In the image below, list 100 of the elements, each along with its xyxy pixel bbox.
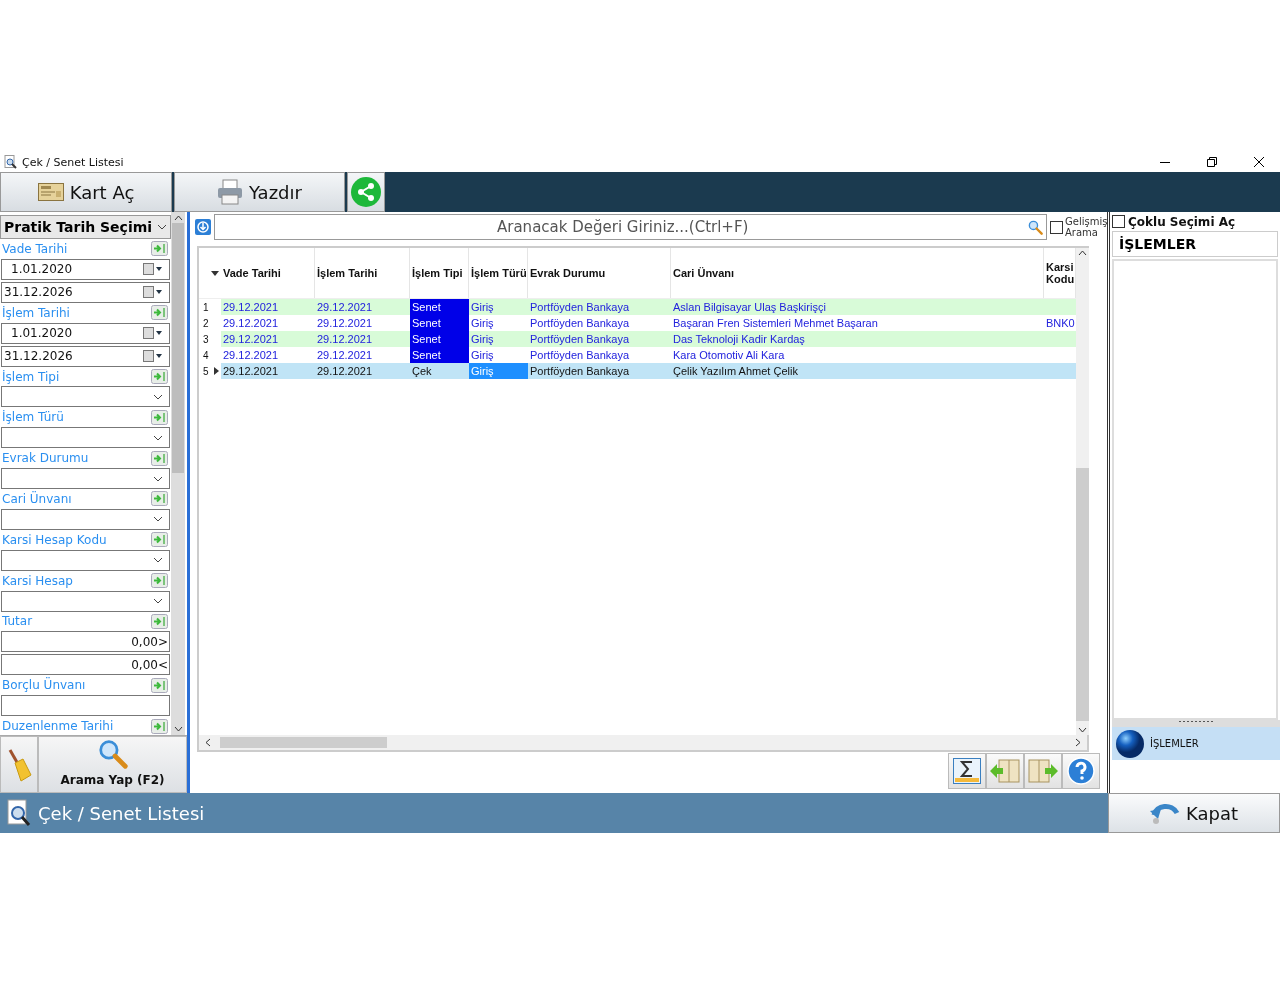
text-field[interactable] bbox=[1, 695, 170, 717]
column-header[interactable]: İşlem Türü bbox=[469, 248, 528, 298]
calendar-dropdown-icon[interactable] bbox=[143, 263, 163, 276]
chevron-down-icon[interactable] bbox=[153, 557, 163, 564]
chevron-down-icon[interactable] bbox=[153, 434, 163, 441]
globe-icon bbox=[1116, 729, 1144, 758]
print-button[interactable]: Yazdır bbox=[174, 172, 345, 212]
date-field[interactable]: 1.01.2020 bbox=[1, 322, 170, 344]
chevron-up-icon[interactable] bbox=[173, 215, 183, 221]
filter-label: Vade Tarihi bbox=[1, 241, 68, 256]
search-icon bbox=[1028, 219, 1043, 235]
row-number: 5 bbox=[203, 365, 209, 377]
filter-label: Borçlu Ünvanı bbox=[1, 678, 86, 693]
row-number: 3 bbox=[203, 333, 209, 345]
chevron-down-icon[interactable] bbox=[153, 598, 163, 604]
panel-header: İŞLEMLER bbox=[1112, 231, 1278, 257]
amount-field[interactable]: 0,00< bbox=[1, 654, 170, 676]
share-button[interactable] bbox=[347, 172, 385, 212]
dropdown-field[interactable] bbox=[1, 386, 170, 408]
magnifier-document-icon bbox=[4, 155, 17, 169]
table-cell-text: Giriş bbox=[470, 300, 495, 315]
chevron-down-icon[interactable] bbox=[153, 516, 163, 523]
table-cell-text: Başaran Fren Sistemleri Mehmet Başaran bbox=[672, 316, 879, 331]
table-cell-text: BNK0 bbox=[1045, 316, 1076, 331]
vertical-scrollbar[interactable] bbox=[1076, 248, 1089, 735]
calendar-dropdown-icon[interactable] bbox=[143, 286, 163, 299]
filter-label: İşlem Türü bbox=[1, 410, 64, 425]
column-header[interactable]: İşlem Tarihi bbox=[315, 248, 410, 298]
clear-button[interactable] bbox=[0, 736, 38, 793]
row-number: 2 bbox=[203, 317, 209, 329]
search-field[interactable]: Aranacak Değeri Giriniz...(Ctrl+F) bbox=[214, 214, 1047, 240]
dropdown-field[interactable] bbox=[1, 427, 170, 449]
sort-arrow-icon[interactable] bbox=[211, 270, 219, 276]
broom-icon bbox=[6, 747, 32, 782]
table-cell-text: 29.12.2021 bbox=[316, 348, 374, 363]
chevron-down-icon[interactable] bbox=[1078, 727, 1087, 733]
date-field[interactable]: 31.12.2026 bbox=[1, 345, 170, 367]
date-field[interactable]: 1.01.2020 bbox=[1, 258, 170, 280]
table-cell-text: 29.12.2021 bbox=[316, 300, 374, 315]
search-button[interactable]: Arama Yap (F2) bbox=[38, 736, 187, 793]
undo-arrow-icon bbox=[1150, 801, 1180, 825]
help-button[interactable] bbox=[1062, 753, 1100, 789]
magnifier-document-icon bbox=[6, 799, 32, 827]
restore-icon[interactable] bbox=[1207, 157, 1217, 167]
scrollbar[interactable] bbox=[171, 212, 185, 735]
dropdown-field[interactable] bbox=[1, 590, 170, 612]
column-header[interactable]: Cari Ünvanı bbox=[671, 248, 1044, 298]
checkbox-label: Çoklu Seçimi Aç bbox=[1128, 214, 1236, 229]
chevron-up-icon[interactable] bbox=[1078, 250, 1087, 256]
splitter-grip-icon[interactable] bbox=[1179, 720, 1213, 723]
table-cell: Senet bbox=[410, 299, 469, 315]
chevron-down-icon[interactable] bbox=[153, 393, 163, 400]
close-button[interactable]: Kapat bbox=[1108, 793, 1280, 833]
search-icon bbox=[97, 739, 128, 769]
chevron-left-icon[interactable] bbox=[205, 738, 211, 747]
table-cell-text: 29.12.2021 bbox=[222, 348, 280, 363]
calendar-dropdown-icon[interactable] bbox=[143, 350, 163, 363]
checkbox[interactable] bbox=[1112, 215, 1125, 228]
chevron-down-icon[interactable] bbox=[153, 475, 163, 482]
side-nav-item[interactable]: İŞLEMLER bbox=[1112, 727, 1280, 760]
next-button[interactable] bbox=[1024, 753, 1062, 789]
filter-label: Cari Ünvanı bbox=[1, 491, 72, 506]
date-field[interactable]: 31.12.2026 bbox=[1, 281, 170, 303]
row-number: 1 bbox=[203, 301, 209, 313]
chevron-down-icon[interactable] bbox=[173, 726, 183, 732]
column-header[interactable]: Evrak Durumu bbox=[528, 248, 671, 298]
calendar-dropdown-icon[interactable] bbox=[143, 327, 163, 340]
table-cell-text: Portföyden Bankaya bbox=[529, 364, 631, 379]
amount-field[interactable]: 0,00> bbox=[1, 631, 170, 653]
filter-label: Evrak Durumu bbox=[1, 451, 89, 466]
dropdown-field[interactable] bbox=[1, 549, 170, 571]
column-header[interactable]: Vade Tarihi bbox=[221, 248, 315, 298]
table-cell-text: Aslan Bilgisayar Ulaş Başkirişçi bbox=[672, 300, 827, 315]
sigma-icon bbox=[953, 758, 981, 784]
checkbox[interactable] bbox=[1050, 220, 1063, 234]
column-header[interactable]: İşlem Tipi bbox=[410, 248, 469, 298]
table-cell: Senet bbox=[410, 315, 469, 331]
sum-button[interactable] bbox=[948, 753, 986, 789]
book-right-arrow-icon bbox=[1027, 759, 1059, 783]
table-cell-text: Çelik Yazılım Ahmet Çelik bbox=[672, 364, 799, 379]
download-icon[interactable] bbox=[195, 219, 211, 235]
check-card-icon bbox=[37, 183, 64, 201]
table-cell: Senet bbox=[410, 331, 469, 347]
dropdown-field[interactable] bbox=[1, 508, 170, 530]
table-cell-text: 29.12.2021 bbox=[316, 316, 374, 331]
table-cell-text: 29.12.2021 bbox=[316, 364, 374, 379]
table-cell-text: 29.12.2021 bbox=[222, 364, 280, 379]
table-cell-text: Giriş bbox=[470, 348, 495, 363]
table-cell-text: 29.12.2021 bbox=[222, 332, 280, 347]
help-icon bbox=[1067, 757, 1095, 785]
filter-label: Karsi Hesap Kodu bbox=[1, 532, 107, 547]
date-preset-dropdown[interactable]: Pratik Tarih Seçimi bbox=[0, 215, 171, 239]
dropdown-field[interactable] bbox=[1, 468, 170, 490]
chevron-down-icon[interactable] bbox=[157, 224, 167, 230]
close-icon[interactable] bbox=[1254, 157, 1264, 167]
horizontal-scrollbar[interactable] bbox=[199, 735, 1087, 750]
filter-label: Duzenlenme Tarihi bbox=[1, 719, 114, 734]
filter-label: Karsi Hesap bbox=[1, 573, 73, 588]
chevron-right-icon[interactable] bbox=[1075, 738, 1081, 747]
kart-ac-button[interactable]: Kart Aç bbox=[0, 172, 172, 212]
